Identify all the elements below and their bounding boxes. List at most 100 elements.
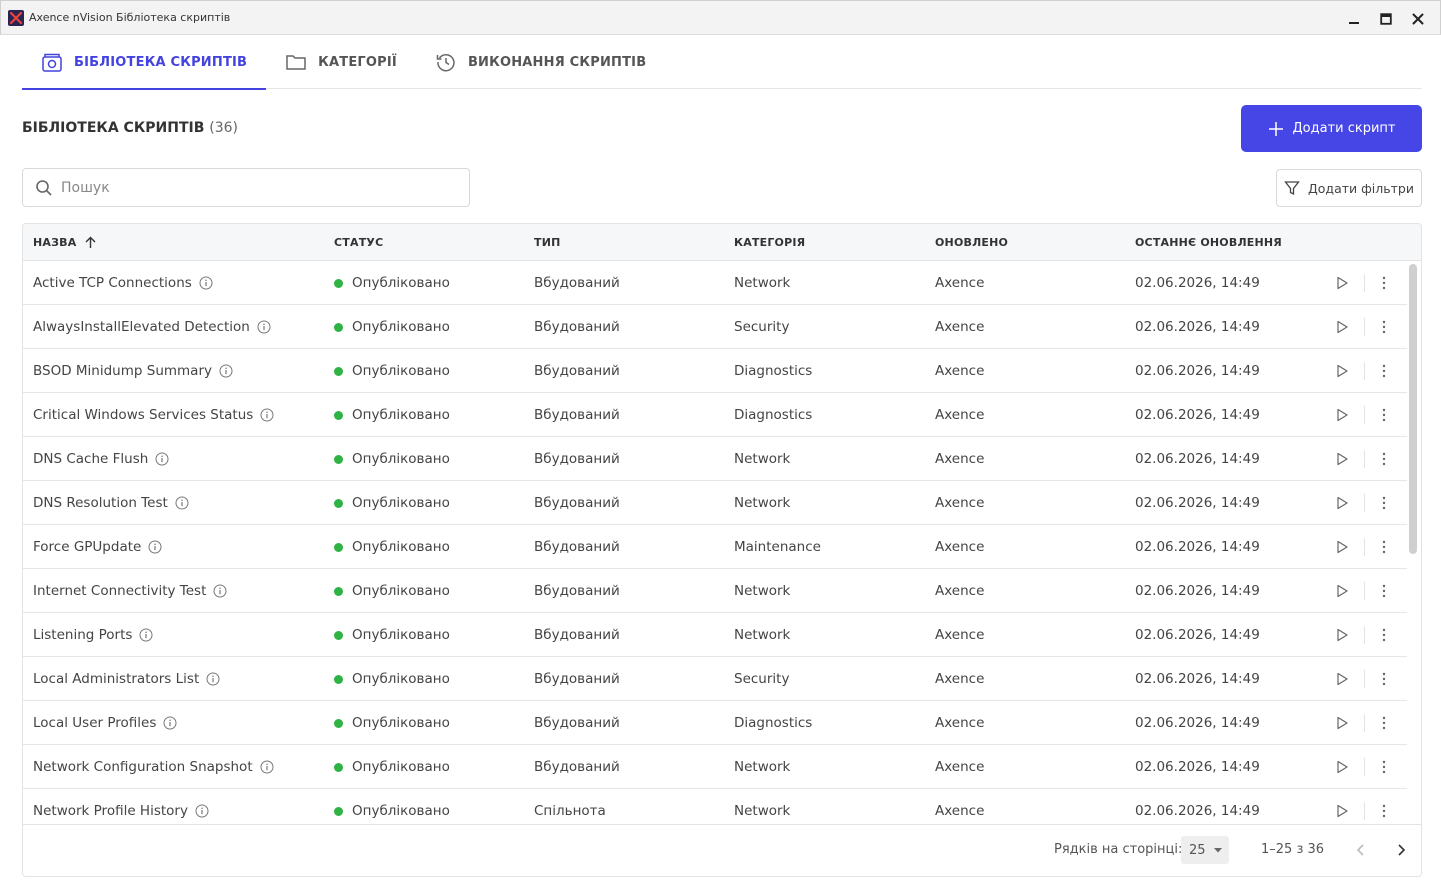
tab-script-library[interactable]: БІБЛІОТЕКА СКРИПТІВ bbox=[22, 35, 267, 90]
more-actions-button[interactable] bbox=[1375, 758, 1393, 776]
table-row[interactable]: Critical Windows Services Status Опубліко… bbox=[23, 393, 1407, 437]
table-row[interactable]: DNS Resolution Test Опубліковано Вбудовани… bbox=[23, 481, 1407, 525]
script-name[interactable]: Local User Profiles bbox=[33, 715, 156, 731]
tab-script-executions[interactable]: ВИКОНАННЯ СКРИПТІВ bbox=[416, 35, 665, 89]
info-icon[interactable] bbox=[155, 452, 169, 466]
run-script-button[interactable] bbox=[1333, 758, 1351, 776]
script-name[interactable]: Critical Windows Services Status bbox=[33, 407, 253, 423]
column-header-last-update[interactable]: ОСТАННЄ ОНОВЛЕННЯ bbox=[1135, 224, 1282, 261]
more-actions-button[interactable] bbox=[1375, 318, 1393, 336]
script-name[interactable]: Internet Connectivity Test bbox=[33, 583, 206, 599]
script-name[interactable]: BSOD Minidump Summary bbox=[33, 363, 212, 379]
next-page-button[interactable] bbox=[1390, 839, 1412, 861]
more-vertical-icon bbox=[1382, 408, 1386, 422]
script-name[interactable]: Local Administrators List bbox=[33, 671, 199, 687]
action-divider bbox=[1364, 802, 1365, 820]
script-name[interactable]: Force GPUpdate bbox=[33, 539, 141, 555]
script-library-icon bbox=[42, 53, 62, 72]
script-type-cell: Вбудований bbox=[534, 481, 620, 525]
table-row[interactable]: DNS Cache Flush Опубліковано Вбудований Net… bbox=[23, 437, 1407, 481]
script-name[interactable]: Network Profile History bbox=[33, 803, 188, 819]
script-type-cell: Вбудований bbox=[534, 349, 620, 393]
script-category: Diagnostics bbox=[734, 407, 813, 423]
script-name[interactable]: DNS Resolution Test bbox=[33, 495, 168, 511]
table-row[interactable]: AlwaysInstallElevated Detection Опубліков… bbox=[23, 305, 1407, 349]
info-icon[interactable] bbox=[148, 540, 162, 554]
info-icon[interactable] bbox=[199, 276, 213, 290]
table-row[interactable]: Active TCP Connections Опубліковано Вбудов… bbox=[23, 261, 1407, 305]
run-script-button[interactable] bbox=[1333, 406, 1351, 424]
info-icon[interactable] bbox=[257, 320, 271, 334]
table-row[interactable]: Local Administrators List Опубліковано Вбу… bbox=[23, 657, 1407, 701]
info-icon[interactable] bbox=[195, 804, 209, 818]
info-icon[interactable] bbox=[213, 584, 227, 598]
more-actions-button[interactable] bbox=[1375, 714, 1393, 732]
table-row[interactable]: Local User Profiles Опубліковано Вбудовани… bbox=[23, 701, 1407, 745]
run-script-button[interactable] bbox=[1333, 714, 1351, 732]
table-row[interactable]: Force GPUpdate Опубліковано Вбудований Main… bbox=[23, 525, 1407, 569]
table-row[interactable]: BSOD Minidump Summary Опубліковано Вбудова… bbox=[23, 349, 1407, 393]
table-row[interactable]: Network Profile History Опубліковано Спіль… bbox=[23, 789, 1407, 824]
script-category-cell: Network bbox=[734, 789, 790, 824]
script-status-cell: Опубліковано bbox=[334, 437, 450, 481]
add-script-button[interactable]: Додати скрипт bbox=[1241, 105, 1422, 152]
column-header-status[interactable]: СТАТУС bbox=[334, 224, 383, 261]
table-scrollbar[interactable] bbox=[1409, 264, 1417, 554]
script-updated-by-cell: Axence bbox=[935, 349, 984, 393]
run-script-button[interactable] bbox=[1333, 538, 1351, 556]
search-input[interactable] bbox=[61, 179, 441, 196]
play-icon bbox=[1337, 584, 1348, 598]
run-script-button[interactable] bbox=[1333, 802, 1351, 820]
column-header-type[interactable]: ТИП bbox=[534, 224, 561, 261]
run-script-button[interactable] bbox=[1333, 362, 1351, 380]
run-script-button[interactable] bbox=[1333, 318, 1351, 336]
table-row[interactable]: Internet Connectivity Test Опубліковано Вб… bbox=[23, 569, 1407, 613]
rows-per-page-select[interactable]: 25 bbox=[1181, 836, 1229, 864]
more-actions-button[interactable] bbox=[1375, 582, 1393, 600]
script-name[interactable]: DNS Cache Flush bbox=[33, 451, 148, 467]
run-script-button[interactable] bbox=[1333, 670, 1351, 688]
info-icon[interactable] bbox=[163, 716, 177, 730]
column-header-updated-by[interactable]: ОНОВЛЕНО bbox=[935, 224, 1008, 261]
minimize-button[interactable] bbox=[1338, 1, 1370, 36]
main-tabs: БІБЛІОТЕКА СКРИПТІВ КАТЕГОРІЇ ВИКОНАННЯ … bbox=[22, 35, 1422, 90]
more-actions-button[interactable] bbox=[1375, 538, 1393, 556]
add-filters-button[interactable]: Додати фільтри bbox=[1276, 169, 1422, 207]
more-actions-button[interactable] bbox=[1375, 406, 1393, 424]
more-actions-button[interactable] bbox=[1375, 450, 1393, 468]
close-window-button[interactable] bbox=[1402, 1, 1434, 36]
title-bar: Axence nVision Бібліотека скриптів bbox=[0, 0, 1441, 35]
column-header-name[interactable]: НАЗВА bbox=[33, 224, 97, 261]
previous-page-button[interactable] bbox=[1350, 839, 1372, 861]
more-actions-button[interactable] bbox=[1375, 802, 1393, 820]
info-icon[interactable] bbox=[260, 408, 274, 422]
info-icon[interactable] bbox=[260, 760, 274, 774]
more-actions-button[interactable] bbox=[1375, 626, 1393, 644]
script-name[interactable]: Listening Ports bbox=[33, 627, 132, 643]
maximize-button[interactable] bbox=[1370, 1, 1402, 36]
table-row[interactable]: Network Configuration Snapshot Опублікова… bbox=[23, 745, 1407, 789]
run-script-button[interactable] bbox=[1333, 494, 1351, 512]
more-actions-button[interactable] bbox=[1375, 274, 1393, 292]
run-script-button[interactable] bbox=[1333, 450, 1351, 468]
more-actions-button[interactable] bbox=[1375, 362, 1393, 380]
info-icon[interactable] bbox=[175, 496, 189, 510]
tab-categories[interactable]: КАТЕГОРІЇ bbox=[266, 35, 416, 89]
script-name[interactable]: AlwaysInstallElevated Detection bbox=[33, 319, 250, 335]
info-icon[interactable] bbox=[219, 364, 233, 378]
sort-ascending-icon[interactable] bbox=[84, 236, 97, 249]
run-script-button[interactable] bbox=[1333, 582, 1351, 600]
script-name[interactable]: Active TCP Connections bbox=[33, 275, 192, 291]
pagination-bar: Рядків на сторінці: 25 1–25 з 36 bbox=[23, 824, 1421, 876]
table-row[interactable]: Listening Ports Опубліковано Вбудований Net… bbox=[23, 613, 1407, 657]
info-icon[interactable] bbox=[139, 628, 153, 642]
column-header-category[interactable]: КАТЕГОРІЯ bbox=[734, 224, 805, 261]
more-actions-button[interactable] bbox=[1375, 494, 1393, 512]
more-actions-button[interactable] bbox=[1375, 670, 1393, 688]
script-name[interactable]: Network Configuration Snapshot bbox=[33, 759, 253, 775]
info-icon[interactable] bbox=[206, 672, 220, 686]
run-script-button[interactable] bbox=[1333, 274, 1351, 292]
script-last-update-cell: 02.06.2026, 14:49 bbox=[1135, 701, 1260, 745]
script-updated-by-cell: Axence bbox=[935, 613, 984, 657]
run-script-button[interactable] bbox=[1333, 626, 1351, 644]
